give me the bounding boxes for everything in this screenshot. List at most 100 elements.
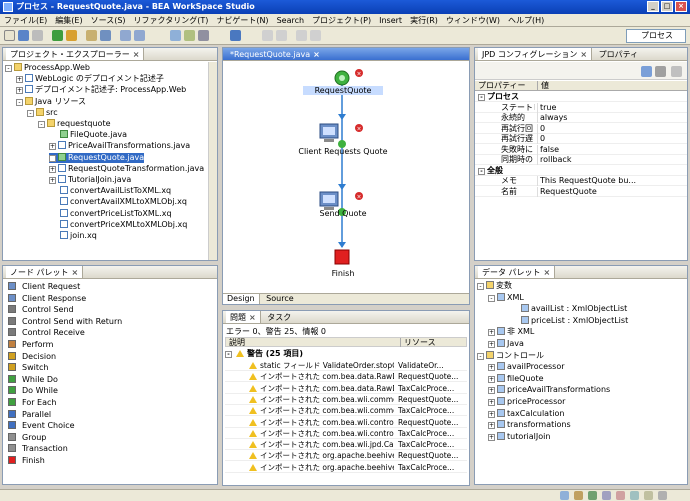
tab-project-explorer[interactable]: プロジェクト・エクスプローラー ×: [6, 48, 145, 60]
menu-item[interactable]: ファイル(E): [0, 14, 51, 27]
menu-item[interactable]: ソース(S): [87, 14, 130, 27]
tree-item[interactable]: convertPriceListToXML.xq: [49, 208, 172, 219]
maximize-button[interactable]: □: [661, 1, 673, 12]
expand-icon[interactable]: +: [488, 410, 495, 418]
tab-tasks[interactable]: タスク: [263, 311, 295, 323]
property-value[interactable]: 0: [537, 134, 687, 144]
save-icon[interactable]: [18, 30, 29, 41]
expand-icon[interactable]: -: [477, 283, 484, 290]
task-icon[interactable]: [170, 30, 181, 41]
menu-item[interactable]: リファクタリング(T): [130, 14, 213, 27]
problem-row[interactable]: インポートされた com.bea.wli.common は使用されません Requ…: [225, 394, 467, 405]
data-palette-item[interactable]: + availProcessor: [488, 362, 565, 372]
categories-icon[interactable]: [641, 66, 652, 77]
node-label-client-requests-quote[interactable]: Client Requests Quote: [283, 147, 403, 156]
status-icon[interactable]: [560, 491, 569, 500]
data-palette-item[interactable]: + fileQuote: [488, 373, 544, 384]
property-row[interactable]: 永続的 always: [475, 113, 687, 123]
perspective-switcher[interactable]: プロセス: [626, 29, 686, 43]
expand-icon[interactable]: +: [49, 154, 56, 162]
property-value[interactable]: true: [537, 102, 687, 113]
status-icon[interactable]: [588, 491, 597, 500]
expand-icon[interactable]: +: [488, 329, 495, 337]
run-icon[interactable]: [52, 30, 63, 41]
data-palette-item[interactable]: + 非 XML: [488, 327, 534, 337]
data-palette-item[interactable]: priceList : XmlObjectList: [510, 315, 628, 326]
problem-row[interactable]: インポートされた com.bea.data.RawData は使用されません Ta…: [225, 383, 467, 394]
menu-item[interactable]: 実行(R): [406, 14, 442, 27]
property-value[interactable]: always: [537, 113, 687, 123]
close-icon[interactable]: ×: [249, 313, 256, 322]
expand-icon[interactable]: -: [5, 65, 12, 72]
tab-source[interactable]: Source: [262, 294, 297, 304]
new-icon[interactable]: [4, 30, 15, 41]
problem-row[interactable]: インポートされた com.bea.wli.control.broke は使用され…: [225, 417, 467, 428]
property-section[interactable]: - 全般: [475, 166, 687, 176]
property-value[interactable]: This RequestQuote bu...: [537, 176, 687, 186]
data-palette-item[interactable]: + priceAvailTransformations: [488, 385, 610, 395]
tree-item[interactable]: convertAvailXMLtoXMLObj.xq: [49, 197, 187, 207]
palette-item[interactable]: Group: [8, 432, 46, 443]
palette-item[interactable]: For Each: [8, 397, 56, 408]
palette-item[interactable]: Perform: [8, 339, 53, 350]
data-palette-item[interactable]: availList : XmlObjectList: [510, 304, 627, 314]
palette-item[interactable]: Parallel: [8, 409, 51, 420]
tree-item[interactable]: join.xq: [49, 231, 97, 241]
menu-item[interactable]: ヘルプ(H): [504, 14, 548, 27]
palette-item[interactable]: Control Send: [8, 304, 74, 315]
expand-icon[interactable]: +: [488, 387, 495, 395]
palette-item[interactable]: Event Choice: [8, 420, 75, 431]
property-value[interactable]: RequestQuote: [537, 186, 687, 197]
minimize-button[interactable]: _: [647, 1, 659, 12]
nav-prev-icon[interactable]: [262, 30, 273, 41]
close-icon[interactable]: ×: [133, 50, 140, 59]
vertical-scrollbar[interactable]: [208, 62, 217, 260]
expand-icon[interactable]: +: [488, 375, 495, 383]
expand-icon[interactable]: +: [488, 399, 495, 406]
col-resource[interactable]: リソース: [400, 338, 436, 347]
tab-properties[interactable]: プロパティ: [595, 48, 643, 60]
menu-item[interactable]: 編集(E): [51, 14, 86, 27]
build-icon[interactable]: [184, 30, 195, 41]
history-forward-icon[interactable]: [310, 30, 321, 41]
problem-row[interactable]: インポートされた com.bea.wli.jpd.Callback は使用されま…: [225, 439, 467, 451]
expand-icon[interactable]: -: [477, 352, 484, 360]
node-label-request-quote[interactable]: RequestQuote: [303, 86, 383, 95]
menu-item[interactable]: プロジェクト(P): [308, 14, 375, 27]
forward-icon[interactable]: [134, 30, 145, 41]
browser-icon[interactable]: [230, 30, 241, 41]
close-icon[interactable]: ×: [72, 268, 79, 277]
property-row[interactable]: 同期時の rollback: [475, 155, 687, 165]
col-property[interactable]: プロパティー: [478, 81, 526, 91]
node-label-finish[interactable]: Finish: [303, 269, 383, 278]
palette-item[interactable]: Finish: [8, 455, 45, 466]
tree-item[interactable]: convertPriceXMLtoXMLObj.xq: [49, 219, 187, 230]
data-palette-item[interactable]: - 変数: [477, 281, 512, 291]
tree-item[interactable]: + RequestQuote.java: [49, 152, 145, 163]
col-value[interactable]: 値: [537, 81, 549, 91]
status-icon[interactable]: [658, 491, 667, 500]
print-icon[interactable]: [32, 30, 43, 41]
tab-data-palette[interactable]: データ パレット ×: [478, 266, 556, 278]
tree-item[interactable]: FileQuote.java: [49, 130, 127, 140]
expand-icon[interactable]: +: [49, 165, 56, 173]
tree-item[interactable]: + PriceAvailTransformations.java: [49, 141, 190, 151]
data-palette-item[interactable]: + tutorialJoin: [488, 431, 550, 442]
palette-item[interactable]: While Do: [8, 374, 58, 385]
nav-next-icon[interactable]: [276, 30, 287, 41]
expand-icon[interactable]: -: [16, 98, 23, 106]
data-palette-item[interactable]: + taxCalculation: [488, 408, 564, 419]
problem-row[interactable]: インポートされた com.bea.data.RawData は使用されません Re…: [225, 371, 467, 383]
tree-item[interactable]: - src: [27, 107, 58, 118]
problem-row[interactable]: インポートされた org.apache.beehive.contr は使用されま…: [225, 462, 467, 473]
tree-item[interactable]: convertAvailListToXML.xq: [49, 186, 171, 196]
expand-icon[interactable]: +: [16, 76, 23, 84]
expand-icon[interactable]: +: [488, 433, 495, 441]
expand-icon[interactable]: -: [38, 121, 45, 128]
property-row[interactable]: 名前 RequestQuote: [475, 186, 687, 197]
menu-item[interactable]: Search: [273, 14, 308, 27]
tab-request-quote-java[interactable]: *RequestQuote.java ×: [226, 48, 324, 60]
property-row[interactable]: 再試行遅 0: [475, 134, 687, 144]
tree-item[interactable]: + RequestQuoteTransformation.java: [49, 163, 204, 174]
property-section[interactable]: - プロセス: [475, 92, 687, 102]
